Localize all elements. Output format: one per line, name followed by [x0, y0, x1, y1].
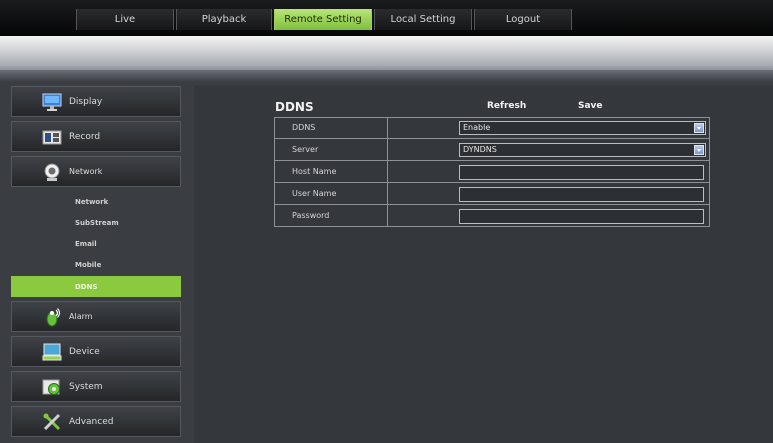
- sidebar-item-label: Alarm: [69, 312, 93, 321]
- sidebar-subitem-email[interactable]: Email: [11, 233, 181, 254]
- user-name-label: User Name: [292, 189, 337, 198]
- chevron-down-icon[interactable]: [694, 145, 704, 155]
- chevron-down-icon[interactable]: [694, 123, 704, 133]
- device-icon: [42, 343, 62, 361]
- user-name-input[interactable]: [459, 187, 704, 202]
- sidebar-subitem-label: Network: [75, 198, 109, 206]
- sidebar-item-label: Display: [69, 97, 103, 107]
- monitor-icon: [42, 93, 62, 111]
- sidebar-item-label: Record: [69, 132, 101, 142]
- tab-live[interactable]: Live: [76, 9, 174, 30]
- sidebar-item-alarm[interactable]: Alarm: [11, 301, 181, 332]
- ddns-select[interactable]: Enable: [459, 121, 706, 135]
- password-input[interactable]: [459, 209, 704, 224]
- alarm-icon: [46, 308, 60, 327]
- form-row-password: Password: [275, 206, 709, 227]
- sidebar-item-network[interactable]: Network: [11, 156, 181, 187]
- save-button[interactable]: Save: [578, 101, 603, 111]
- host-name-label: Host Name: [292, 167, 337, 176]
- ddns-select-value: Enable: [463, 123, 491, 132]
- sidebar-item-record[interactable]: Record: [11, 121, 181, 152]
- header-band: [0, 36, 773, 70]
- tab-local-setting[interactable]: Local Setting: [374, 9, 472, 30]
- sidebar-subitem-label: DDNS: [75, 283, 98, 291]
- sidebar-subitem-label: SubStream: [75, 219, 119, 227]
- server-label: Server: [292, 145, 319, 154]
- sidebar-subitem-mobile[interactable]: Mobile: [11, 254, 181, 275]
- sidebar-subitem-network[interactable]: Network: [11, 191, 181, 212]
- sidebar-item-device[interactable]: Device: [11, 336, 181, 367]
- form-row-ddns: DDNS Enable: [275, 118, 709, 139]
- form-row-server: Server DYNDNS: [275, 140, 709, 161]
- sidebar-item-label: Device: [69, 347, 100, 357]
- sidebar-item-label: Advanced: [69, 417, 114, 427]
- sidebar-item-system[interactable]: System: [11, 371, 181, 402]
- tab-playback[interactable]: Playback: [176, 9, 272, 30]
- sidebar-subitem-substream[interactable]: SubStream: [11, 212, 181, 233]
- system-icon: [42, 379, 60, 395]
- sidebar-subitem-label: Mobile: [75, 261, 102, 269]
- header-band-shadow: [0, 70, 773, 82]
- server-select-value: DYNDNS: [463, 145, 497, 154]
- server-select[interactable]: DYNDNS: [459, 143, 706, 157]
- sidebar-item-label: System: [69, 382, 103, 392]
- refresh-button[interactable]: Refresh: [487, 101, 526, 111]
- sidebar-item-display[interactable]: Display: [11, 86, 181, 117]
- sidebar-subitem-label: Email: [75, 240, 97, 248]
- sidebar-item-label: Network: [69, 167, 103, 176]
- form-row-host-name: Host Name: [275, 162, 709, 183]
- tab-logout[interactable]: Logout: [474, 9, 572, 30]
- record-icon: [42, 130, 62, 145]
- ddns-label: DDNS: [292, 123, 316, 132]
- network-icon: [44, 163, 60, 181]
- password-label: Password: [292, 211, 330, 220]
- form-row-user-name: User Name: [275, 184, 709, 205]
- advanced-icon: [43, 413, 61, 431]
- page-title: DDNS: [275, 100, 314, 114]
- host-name-input[interactable]: [459, 165, 704, 180]
- top-nav-bar: Live Playback Remote Setting Local Setti…: [0, 0, 773, 36]
- ddns-settings-table: DDNS Enable Server DYNDNS Host Name User…: [274, 117, 710, 227]
- sidebar-subitem-ddns[interactable]: DDNS: [11, 276, 181, 297]
- tab-remote-setting[interactable]: Remote Setting: [274, 9, 372, 30]
- sidebar-item-advanced[interactable]: Advanced: [11, 406, 181, 437]
